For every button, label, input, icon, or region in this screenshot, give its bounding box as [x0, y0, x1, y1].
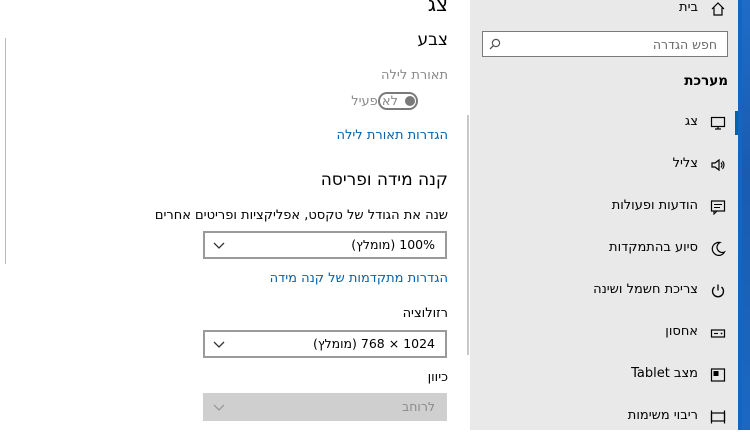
chevron-down-icon — [213, 341, 225, 348]
chevron-down-icon — [213, 404, 225, 411]
sidebar-item-display[interactable]: צג — [470, 104, 738, 142]
desktop-edge — [0, 0, 8, 430]
resolution-label: רזולוציה — [402, 306, 448, 321]
desktop-background-gradient — [742, 0, 750, 430]
speaker-icon — [711, 158, 725, 172]
storage-icon — [710, 329, 726, 338]
sidebar-item-power-sleep[interactable]: צריכת חשמל ושינה — [470, 272, 738, 310]
page-title-partial: צג — [427, 0, 448, 16]
notification-icon — [710, 200, 726, 215]
orientation-dropdown-value: לרוחב — [402, 399, 435, 414]
search-placeholder: חפש הגדרה — [652, 37, 717, 52]
scale-dropdown[interactable]: 100% (מומלץ) — [203, 231, 447, 259]
monitor-icon — [710, 116, 726, 130]
multitasking-icon — [710, 410, 726, 424]
scale-dropdown-value: 100% (מומלץ) — [351, 237, 435, 252]
sidebar-item-storage[interactable]: אחסון — [470, 314, 738, 352]
sidebar-section-title: מערכת — [684, 73, 728, 89]
night-light-state: לא פעיל — [351, 94, 398, 109]
advanced-scaling-link[interactable]: הגדרות מתקדמות של קנה מידה — [270, 271, 448, 286]
sidebar-item-label: אחסון — [665, 324, 698, 339]
scale-layout-heading: קנה מידה ופריסה — [320, 170, 448, 190]
power-icon — [711, 284, 725, 298]
sidebar-item-tablet-mode[interactable]: מצב Tablet — [470, 356, 738, 394]
settings-search-input[interactable]: חפש הגדרה — [482, 31, 728, 57]
scale-description: שנה את הגודל של טקסט, אפליקציות ופריטים … — [154, 208, 448, 223]
moon-icon — [711, 241, 726, 256]
night-light-settings-link[interactable]: הגדרות תאורת לילה — [337, 128, 448, 143]
orientation-dropdown[interactable]: לרוחב — [203, 393, 447, 421]
desktop-edge-line — [5, 38, 6, 264]
sidebar-item-focus-assist[interactable]: סיוע בהתמקדות — [470, 230, 738, 268]
color-section-heading: צבע — [417, 30, 448, 50]
sidebar-item-label: מצב Tablet — [631, 366, 698, 381]
sidebar-item-sound[interactable]: צליל — [470, 146, 738, 184]
chevron-down-icon — [213, 242, 225, 249]
home-icon — [711, 2, 725, 16]
sidebar-item-label: ריבוי משימות — [627, 408, 698, 423]
content-scrollbar[interactable] — [467, 115, 469, 355]
resolution-dropdown[interactable]: 1024 × 768 (מומלץ) — [203, 330, 447, 358]
sidebar-home[interactable]: בית — [470, 0, 738, 26]
sidebar-item-label: צג — [684, 114, 698, 129]
resolution-dropdown-value: 1024 × 768 (מומלץ) — [312, 336, 435, 351]
sidebar-item-label: הודעות ופעולות — [611, 198, 698, 213]
sidebar-item-label: סיוע בהתמקדות — [609, 240, 698, 255]
sidebar-home-label: בית — [679, 0, 698, 15]
toggle-knob — [405, 96, 415, 106]
sidebar-item-label: צריכת חשמל ושינה — [593, 282, 698, 297]
sidebar-item-multitasking[interactable]: ריבוי משימות — [470, 398, 738, 436]
search-icon[interactable] — [489, 38, 501, 50]
tablet-icon — [710, 368, 726, 382]
night-light-label: תאורת לילה — [381, 68, 448, 83]
sidebar-item-notifications[interactable]: הודעות ופעולות — [470, 188, 738, 226]
sidebar-item-label: צליל — [672, 156, 698, 171]
orientation-label: כיוון — [427, 370, 448, 385]
display-settings-pane: צג צבע תאורת לילה לא פעיל הגדרות תאורת ל… — [8, 0, 468, 430]
